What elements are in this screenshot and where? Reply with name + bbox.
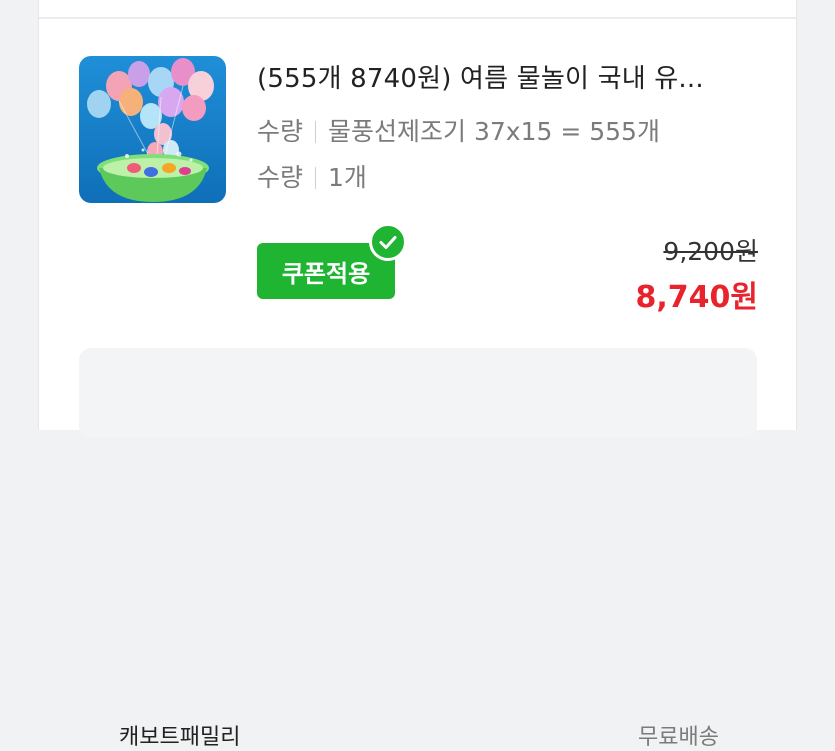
option-label: 수량 — [257, 117, 304, 146]
option-row: 수량 1개 — [257, 158, 367, 194]
section-divider — [39, 17, 796, 19]
sale-price: 8,740원 — [635, 280, 759, 315]
original-price: 9,200원 — [663, 237, 758, 266]
option-label: 수량 — [257, 163, 304, 192]
water-balloon-product-image — [79, 56, 226, 203]
product-card: (555개 8740원) 여름 물놀이 국내 유... 수량 물풍선제조기 37x… — [38, 0, 797, 750]
option-divider — [315, 167, 317, 189]
option-value: 1개 — [328, 163, 367, 192]
product-thumbnail[interactable] — [79, 56, 226, 203]
shipping-fee: 무료배송 — [638, 725, 719, 750]
check-icon — [369, 223, 407, 261]
seller-name[interactable]: 캐보트패밀리 — [119, 719, 240, 751]
option-row: 수량 물풍선제조기 37x15 = 555개 — [257, 112, 660, 148]
option-divider — [315, 121, 317, 143]
option-value: 물풍선제조기 37x15 = 555개 — [328, 117, 660, 146]
product-title[interactable]: (555개 8740원) 여름 물놀이 국내 유... — [257, 58, 777, 95]
shipping-info-box: 캐보트패밀리 무료배송 — [79, 348, 757, 750]
